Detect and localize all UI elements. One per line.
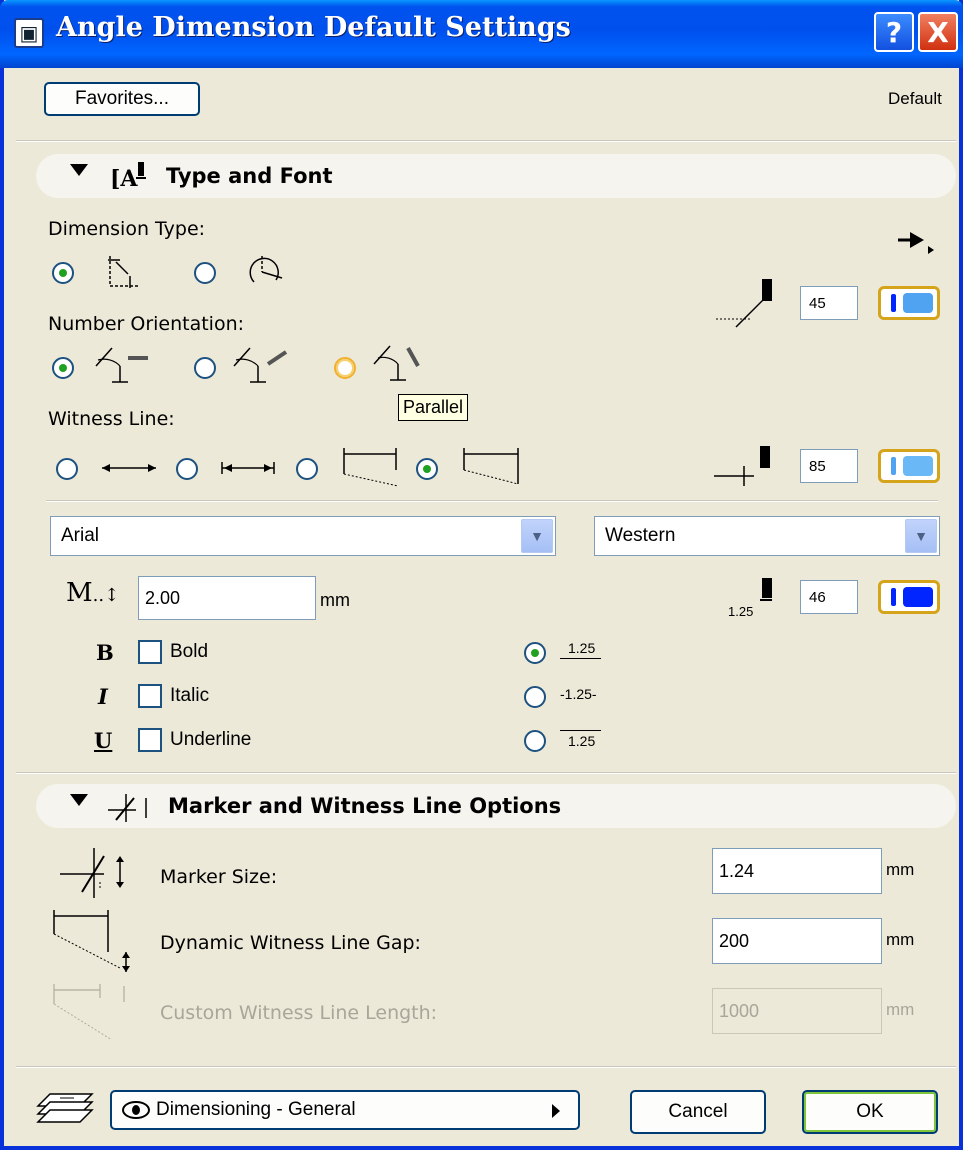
witness-gap-label: Dynamic Witness Line Gap: bbox=[160, 932, 421, 954]
witness-gap-input[interactable]: 200 bbox=[712, 918, 882, 964]
layer-name: Dimensioning - General bbox=[156, 1099, 356, 1120]
type-font-icon: [A bbox=[110, 162, 146, 192]
cancel-button[interactable]: Cancel bbox=[630, 1090, 766, 1134]
custom-length-unit: mm bbox=[886, 1000, 915, 1019]
divider bbox=[16, 140, 956, 142]
marker-size-input[interactable]: 1.24 bbox=[712, 848, 882, 894]
bold-glyph: B bbox=[96, 640, 114, 665]
number-in-line-sample: -1.25- bbox=[560, 686, 597, 702]
ok-button[interactable]: OK bbox=[802, 1090, 938, 1134]
witness-pen-color-button[interactable] bbox=[878, 449, 940, 483]
dimension-type-linear-radio[interactable] bbox=[52, 262, 74, 284]
favorites-button[interactable]: Favorites... bbox=[44, 82, 200, 116]
type-font-section-header[interactable]: [A Type and Font bbox=[36, 154, 956, 198]
custom-length-input: 1000 bbox=[712, 988, 882, 1034]
witness-line-label: Witness Line: bbox=[48, 408, 175, 430]
orientation-parallel-icon bbox=[373, 345, 420, 381]
collapse-arrow-icon[interactable] bbox=[70, 164, 88, 176]
number-above-line-radio[interactable] bbox=[524, 642, 546, 664]
witness-line-dynamic-icon bbox=[343, 448, 399, 487]
custom-length-icon bbox=[53, 984, 125, 1041]
witness-pen-number[interactable]: 85 bbox=[800, 449, 858, 483]
witness-line-fixed-radio[interactable] bbox=[416, 458, 438, 480]
text-pen-color-button[interactable] bbox=[878, 580, 940, 614]
window-title: Angle Dimension Default Settings bbox=[56, 12, 571, 43]
text-size-unit: mm bbox=[320, 590, 350, 610]
text-pen-number[interactable]: 46 bbox=[800, 580, 858, 614]
orientation-parallel-radio[interactable] bbox=[334, 357, 356, 379]
underline-glyph: U bbox=[94, 728, 113, 753]
angle-pen-icon bbox=[716, 279, 772, 328]
divider bbox=[16, 1066, 956, 1068]
parallel-tooltip: Parallel bbox=[398, 394, 469, 421]
italic-label: Italic bbox=[170, 685, 210, 706]
dimension-type-label: Dimension Type: bbox=[48, 218, 206, 240]
orientation-horizontal-radio[interactable] bbox=[52, 357, 74, 379]
witness-line-none-radio[interactable] bbox=[56, 458, 78, 480]
title-bar[interactable]: ▣ Angle Dimension Default Settings ? X bbox=[0, 0, 963, 68]
dialog-window: ▣ Angle Dimension Default Settings ? X F… bbox=[0, 0, 963, 1150]
font-select[interactable]: Arial ▼ bbox=[50, 516, 556, 556]
number-below-line-sample: 1.25 bbox=[560, 730, 602, 749]
number-above-line-sample: 1.25 bbox=[560, 640, 602, 659]
collapse-arrow-icon[interactable] bbox=[70, 794, 88, 806]
arrow-marker-icon[interactable] bbox=[896, 228, 936, 258]
italic-glyph: I bbox=[98, 684, 108, 709]
script-select-value: Western bbox=[605, 525, 676, 546]
orientation-aligned-icon bbox=[233, 347, 288, 383]
marker-section-header[interactable]: Marker and Witness Line Options bbox=[36, 784, 956, 828]
witness-line-short-radio[interactable] bbox=[176, 458, 198, 480]
number-below-line-radio[interactable] bbox=[524, 730, 546, 752]
underline-label: Underline bbox=[170, 729, 252, 750]
custom-length-label: Custom Witness Line Length: bbox=[160, 1002, 438, 1024]
witness-line-dynamic-radio[interactable] bbox=[296, 458, 318, 480]
arc-angle-icon bbox=[249, 256, 283, 283]
text-pen-sample: 1.25 bbox=[728, 604, 753, 619]
orientation-aligned-radio[interactable] bbox=[194, 357, 216, 379]
section-title: Type and Font bbox=[166, 164, 333, 188]
linear-angle-icon bbox=[108, 256, 138, 288]
witness-gap-icon bbox=[53, 910, 130, 972]
help-button[interactable]: ? bbox=[874, 12, 914, 52]
font-select-value: Arial bbox=[61, 525, 100, 546]
eye-icon bbox=[122, 1101, 150, 1119]
chevron-down-icon[interactable]: ▼ bbox=[521, 519, 553, 553]
app-icon: ▣ bbox=[14, 18, 44, 48]
text-pen-icon: 1.25 bbox=[728, 578, 772, 619]
chevron-down-icon[interactable]: ▼ bbox=[905, 519, 937, 553]
text-size-icon: M..↕ bbox=[66, 578, 120, 608]
bold-label: Bold bbox=[170, 641, 209, 662]
bold-checkbox[interactable] bbox=[138, 640, 162, 664]
witness-line-short-icon bbox=[221, 462, 275, 474]
witness-line-none-icon bbox=[102, 464, 156, 472]
witness-line-fixed-icon bbox=[463, 448, 519, 485]
witness-pen-icon bbox=[714, 446, 770, 486]
default-status: Default bbox=[888, 89, 942, 108]
layers-icon bbox=[36, 1093, 94, 1123]
svg-text:[A: [A bbox=[110, 166, 138, 192]
marker-size-unit: mm bbox=[886, 860, 915, 879]
marker-size-icon bbox=[60, 848, 124, 898]
angle-pen-color-button[interactable] bbox=[878, 286, 940, 320]
number-in-line-radio[interactable] bbox=[524, 686, 546, 708]
layer-popup-button[interactable]: Dimensioning - General bbox=[110, 1090, 580, 1130]
witness-gap-unit: mm bbox=[886, 930, 915, 949]
section-title: Marker and Witness Line Options bbox=[168, 794, 562, 818]
divider bbox=[16, 772, 956, 774]
text-size-input[interactable]: 2.00 bbox=[138, 576, 316, 620]
italic-checkbox[interactable] bbox=[138, 684, 162, 708]
marker-icon bbox=[108, 794, 147, 822]
close-button[interactable]: X bbox=[918, 12, 958, 52]
underline-checkbox[interactable] bbox=[138, 728, 162, 752]
number-orientation-label: Number Orientation: bbox=[48, 313, 245, 335]
orientation-horizontal-icon bbox=[95, 347, 148, 383]
marker-size-label: Marker Size: bbox=[160, 866, 278, 888]
text-size-glyph: M bbox=[66, 578, 93, 608]
divider bbox=[46, 500, 938, 502]
angle-pen-number[interactable]: 45 bbox=[800, 286, 858, 320]
script-select[interactable]: Western ▼ bbox=[594, 516, 940, 556]
dimension-type-arc-radio[interactable] bbox=[194, 262, 216, 284]
chevron-right-icon bbox=[552, 1104, 560, 1118]
